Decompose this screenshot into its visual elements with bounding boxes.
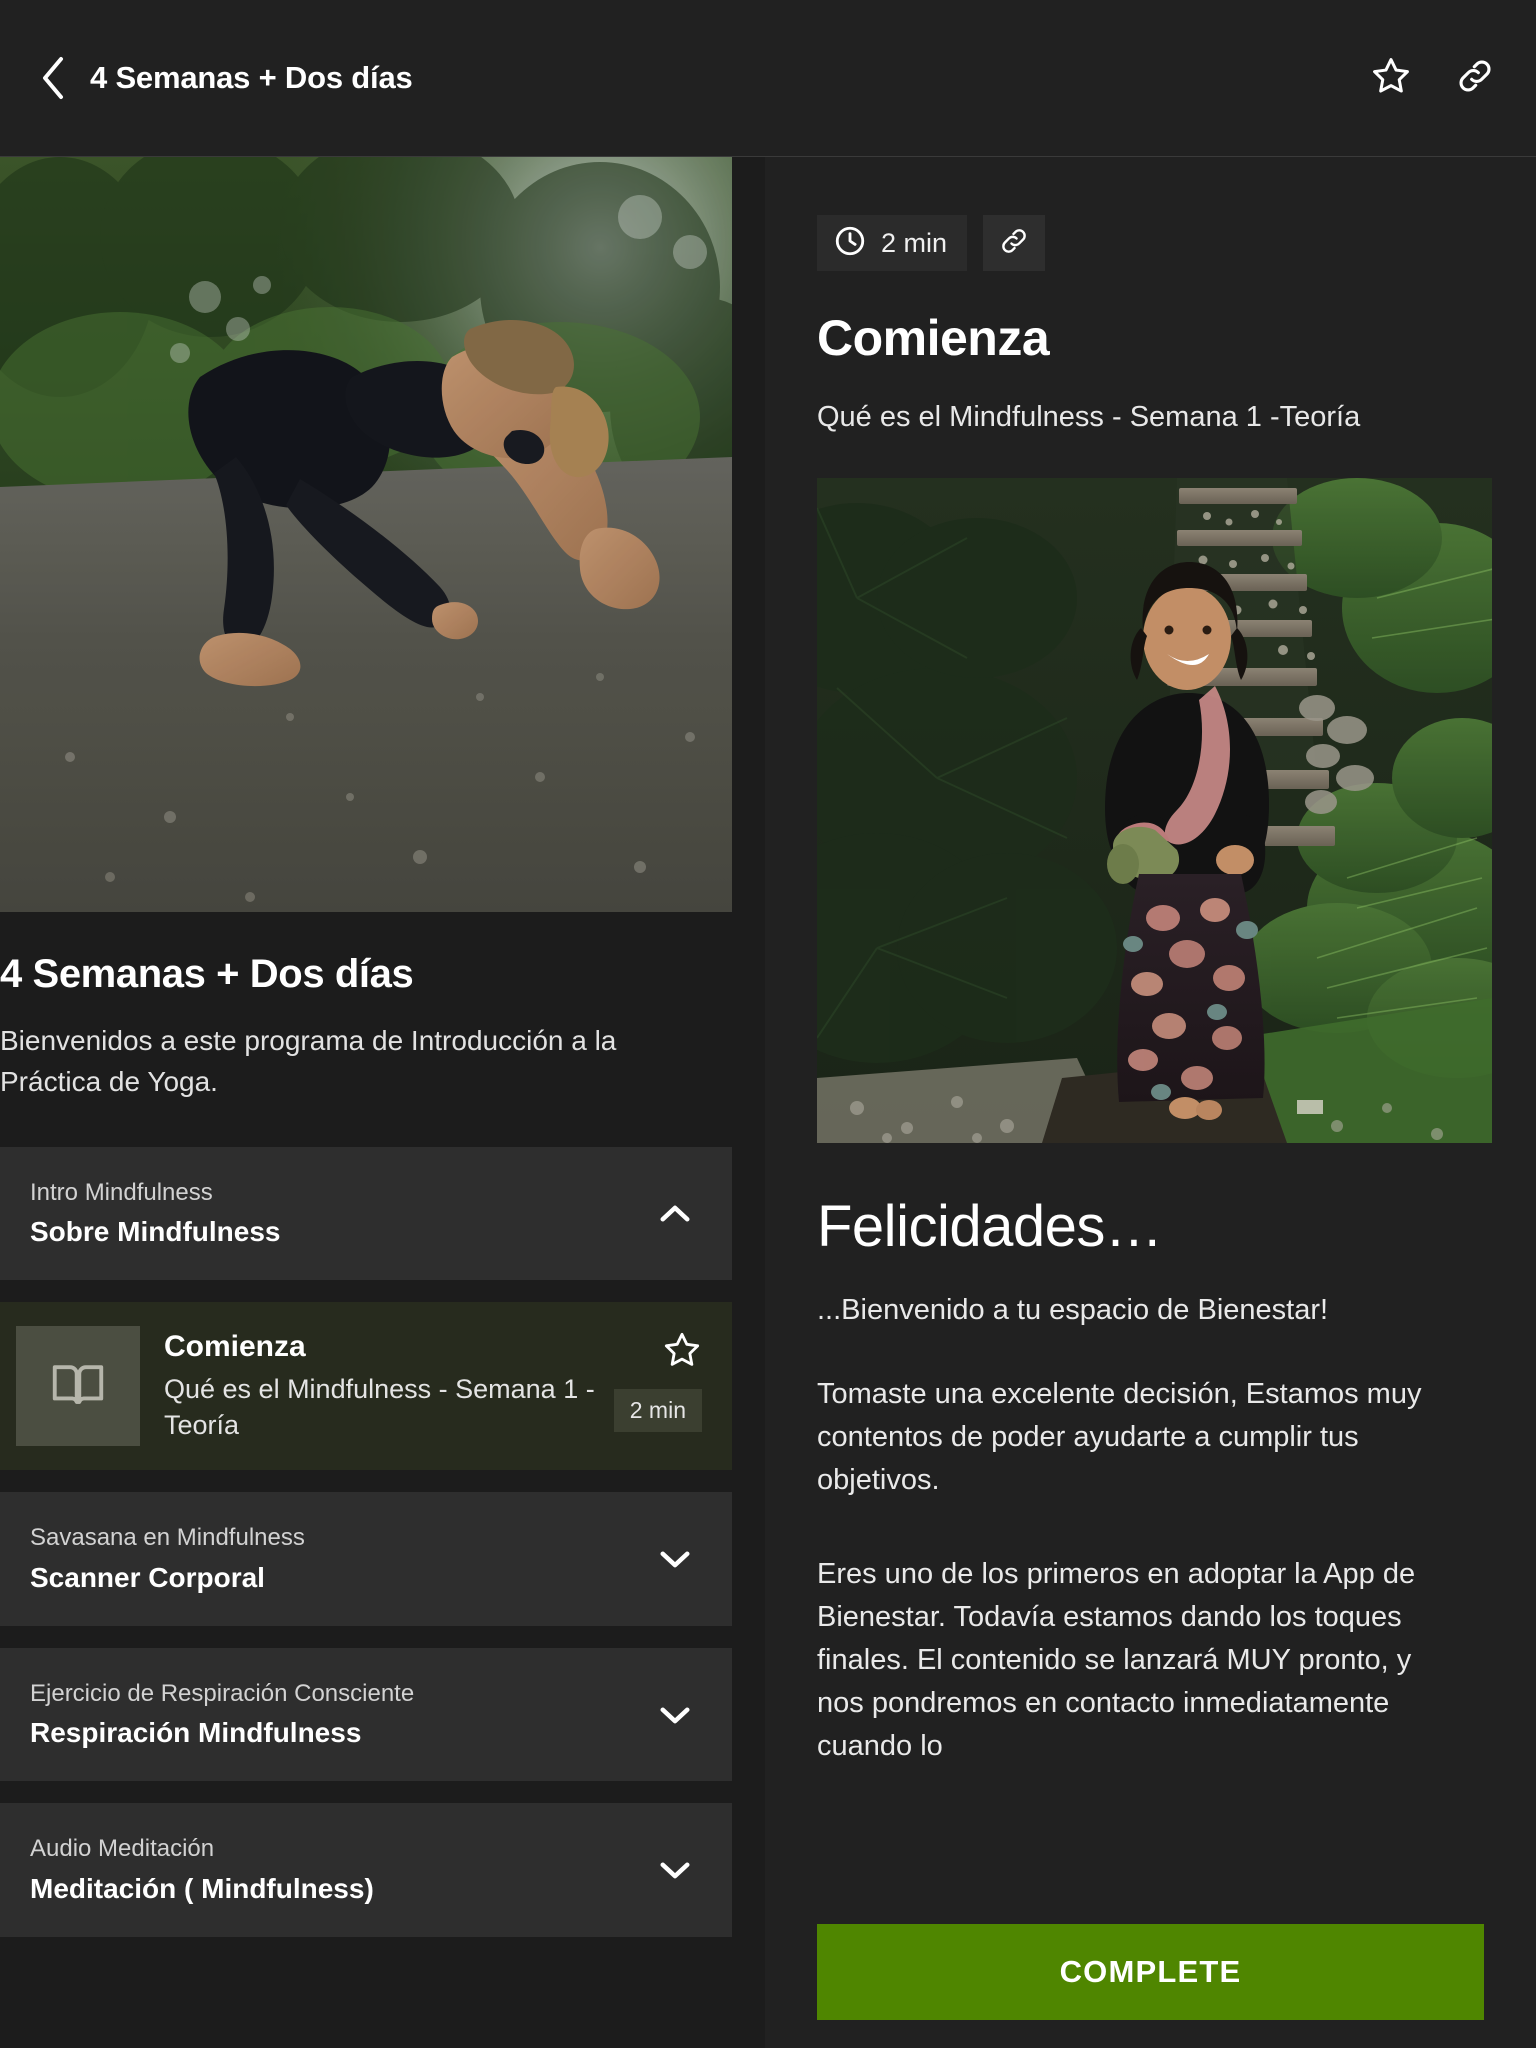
section-title: Scanner Corporal bbox=[30, 1561, 265, 1593]
lesson-title: Comienza bbox=[164, 1330, 306, 1364]
chevron-down-icon[interactable] bbox=[652, 1847, 698, 1893]
favorite-button[interactable] bbox=[1366, 53, 1416, 103]
course-description: Bienvenidos a este programa de Introducc… bbox=[0, 1025, 617, 1097]
link-icon bbox=[998, 225, 1030, 262]
section-subtitle: Ejercicio de Respiración Consciente bbox=[30, 1679, 415, 1707]
hero-illustration bbox=[0, 157, 732, 912]
course-hero-image bbox=[0, 157, 732, 912]
complete-button[interactable]: COMPLETE bbox=[817, 1924, 1484, 2020]
lesson-subtitle: Qué es el Mindfulness - Semana 1 -Teoría bbox=[164, 1373, 595, 1440]
section-title: Meditación ( Mindfulness) bbox=[30, 1872, 374, 1904]
lesson-detail-content: 2 min Comienza Qué es el Mindfulness - S… bbox=[765, 157, 1536, 1769]
lesson-duration-badge: 2 min bbox=[613, 1389, 702, 1433]
section-text: Savasana en Mindfulness Scanner Corporal bbox=[30, 1522, 652, 1596]
congrats-heading: Felicidades… bbox=[817, 1194, 1163, 1259]
section-header-respiracion-mindfulness[interactable]: Ejercicio de Respiración Consciente Resp… bbox=[0, 1647, 732, 1782]
chevron-down-icon[interactable] bbox=[652, 1692, 698, 1738]
lesson-detail-subtitle: Qué es el Mindfulness - Semana 1 -Teoría bbox=[817, 401, 1361, 433]
complete-button-container: COMPLETE bbox=[817, 1924, 1484, 2020]
share-link-button[interactable] bbox=[1450, 53, 1500, 103]
course-outline-pane: 4 Semanas + Dos días Bienvenidos a este … bbox=[0, 157, 765, 2048]
link-icon bbox=[1454, 55, 1496, 102]
section-subtitle: Audio Meditación bbox=[30, 1835, 215, 1863]
lesson-paragraph-2: Eres uno de los primeros en adoptar la A… bbox=[817, 1557, 1416, 1763]
garden-illustration bbox=[817, 478, 1492, 1143]
lesson-paragraph-1: Tomaste una excelente decisión, Estamos … bbox=[817, 1378, 1422, 1497]
section-gap bbox=[0, 1470, 732, 1493]
book-open-icon bbox=[47, 1353, 109, 1420]
star-outline-icon bbox=[1370, 55, 1412, 102]
content-body: 4 Semanas + Dos días Bienvenidos a este … bbox=[0, 157, 1536, 2048]
section-header-intro-mindfulness[interactable]: Intro Mindfulness Sobre Mindfulness bbox=[0, 1146, 732, 1281]
course-detail-screen: 4 Semanas + Dos días 4 Semanas + Dos día… bbox=[0, 0, 1536, 2048]
page-title: 4 Semanas + Dos días bbox=[90, 60, 413, 95]
chevron-down-icon[interactable] bbox=[652, 1536, 698, 1582]
chevron-left-icon bbox=[40, 56, 66, 100]
lesson-meta: 2 min bbox=[613, 1326, 702, 1433]
duration-label: 2 min bbox=[881, 227, 948, 258]
section-text: Intro Mindfulness Sobre Mindfulness bbox=[30, 1177, 652, 1251]
top-app-bar: 4 Semanas + Dos días bbox=[0, 0, 1536, 157]
lesson-detail-pane: 2 min Comienza Qué es el Mindfulness - S… bbox=[765, 157, 1536, 2048]
course-sections-accordion: Intro Mindfulness Sobre Mindfulness Comi… bbox=[0, 1146, 765, 1938]
clock-icon bbox=[833, 224, 867, 263]
section-header-scanner-corporal[interactable]: Savasana en Mindfulness Scanner Corporal bbox=[0, 1492, 732, 1626]
lesson-share-button[interactable] bbox=[983, 215, 1046, 271]
lesson-meta-row: 2 min bbox=[817, 215, 1484, 271]
section-gap bbox=[0, 1625, 732, 1648]
section-title: Sobre Mindfulness bbox=[30, 1215, 281, 1247]
lesson-detail-title: Comienza bbox=[817, 310, 1050, 366]
section-text: Audio Meditación Meditación ( Mindfulnes… bbox=[30, 1833, 652, 1907]
section-header-meditacion-mindfulness[interactable]: Audio Meditación Meditación ( Mindfulnes… bbox=[0, 1803, 732, 1938]
section-subtitle: Intro Mindfulness bbox=[30, 1178, 213, 1206]
lesson-thumbnail bbox=[16, 1326, 140, 1447]
lesson-text: Comienza Qué es el Mindfulness - Semana … bbox=[164, 1326, 614, 1443]
section-text: Ejercicio de Respiración Consciente Resp… bbox=[30, 1678, 652, 1752]
star-outline-icon[interactable] bbox=[662, 1330, 702, 1375]
section-title: Respiración Mindfulness bbox=[30, 1717, 362, 1749]
back-button[interactable] bbox=[30, 55, 76, 101]
section-subtitle: Savasana en Mindfulness bbox=[30, 1524, 305, 1552]
duration-chip: 2 min bbox=[817, 215, 968, 271]
chevron-up-icon[interactable] bbox=[652, 1191, 698, 1237]
section-gap bbox=[0, 1280, 732, 1303]
course-title: 4 Semanas + Dos días bbox=[0, 952, 414, 996]
topbar-actions bbox=[1366, 53, 1500, 103]
congrats-lead: ...Bienvenido a tu espacio de Bienestar! bbox=[817, 1294, 1329, 1326]
lesson-content-image bbox=[817, 478, 1492, 1143]
lesson-item-comienza[interactable]: Comienza Qué es el Mindfulness - Semana … bbox=[0, 1302, 732, 1471]
section-gap bbox=[0, 1781, 732, 1804]
